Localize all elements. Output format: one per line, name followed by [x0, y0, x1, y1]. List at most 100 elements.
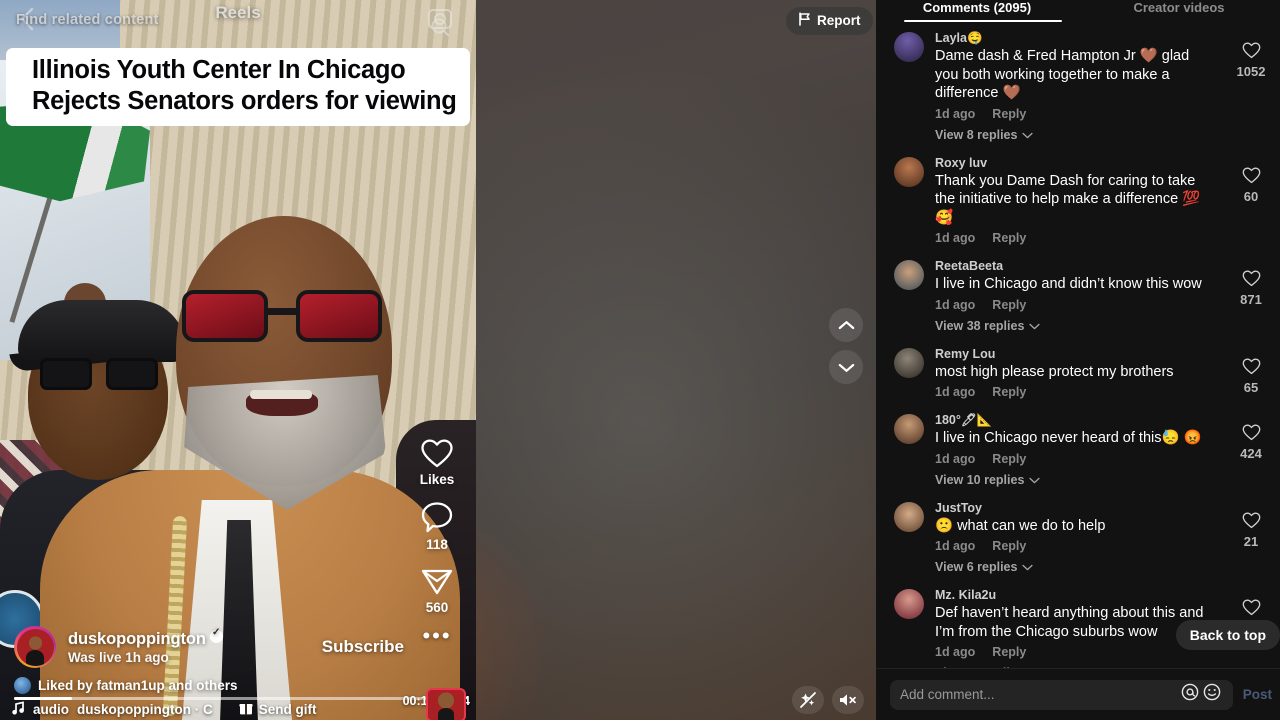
- comment-time: 1d ago: [935, 645, 976, 659]
- comment-time: 1d ago: [935, 539, 976, 553]
- comment-avatar[interactable]: [894, 260, 924, 290]
- reply-button[interactable]: Reply: [992, 539, 1026, 553]
- comment-composer: Add comment... Post: [876, 668, 1280, 720]
- reel-video[interactable]: Find related content Reels Illinois Yout…: [0, 0, 476, 720]
- heart-icon: [1242, 599, 1261, 619]
- chevron-down-icon: [1029, 473, 1041, 487]
- view-replies-label: View 11 replies: [935, 666, 1024, 668]
- comment-like-button[interactable]: 65: [1234, 346, 1268, 400]
- comment-item[interactable]: ReetaBeeta I live in Chicago and didn’t k…: [876, 258, 1280, 333]
- audio-author-label[interactable]: duskopoppington · C: [77, 702, 213, 717]
- emoji-icon[interactable]: [1201, 683, 1223, 706]
- reply-button[interactable]: Reply: [992, 107, 1026, 121]
- comment-body: JustToy 🙁 what can we do to help 1d ago Rep…: [935, 500, 1223, 575]
- comment-input-wrapper[interactable]: Add comment...: [890, 679, 1233, 710]
- reel-footer-bar: audio duskopoppington · C Send gift: [0, 688, 476, 720]
- comment-text: Def haven’t heard anything about this an…: [935, 605, 1204, 640]
- comment-author[interactable]: JustToy: [935, 500, 1215, 516]
- player-controls: [792, 686, 864, 714]
- video-stage[interactable]: Find related content Reels Illinois Yout…: [0, 0, 876, 720]
- tab-creator-videos[interactable]: Creator videos: [1078, 0, 1280, 22]
- comment-author[interactable]: Remy Lou: [935, 346, 1215, 362]
- chevron-down-icon: [1029, 319, 1041, 333]
- avatar[interactable]: [14, 626, 56, 668]
- reply-button[interactable]: Reply: [992, 452, 1026, 466]
- reply-button[interactable]: Reply: [992, 231, 1026, 245]
- view-replies-button[interactable]: View 8 replies: [935, 128, 1215, 142]
- speaker-mute-icon[interactable]: [832, 686, 864, 714]
- reels-viewer: Find related content Reels Illinois Yout…: [0, 0, 1280, 720]
- reel-top-bar: Find related content Reels: [0, 0, 476, 40]
- send-gift-button[interactable]: Send gift: [239, 701, 317, 718]
- live-thumbnail[interactable]: [426, 688, 466, 720]
- comment-like-button[interactable]: 60: [1234, 155, 1268, 246]
- comment-author[interactable]: ReetaBeeta: [935, 258, 1215, 274]
- audio-label[interactable]: audio: [33, 702, 69, 717]
- view-replies-button[interactable]: View 10 replies: [935, 473, 1215, 487]
- view-replies-button[interactable]: View 38 replies: [935, 319, 1215, 333]
- comment-like-count: 871: [1240, 292, 1262, 307]
- reply-button[interactable]: Reply: [992, 645, 1026, 659]
- comment-author[interactable]: 180°🖊📐: [935, 412, 1215, 428]
- comments-list[interactable]: Layla🤤 Dame dash & Fred Hampton Jr 🤎 glad…: [876, 22, 1280, 668]
- comment-item[interactable]: Roxy luv Thank you Dame Dash for caring t…: [876, 155, 1280, 246]
- comment-button[interactable]: 118: [404, 501, 470, 552]
- view-replies-button[interactable]: View 6 replies: [935, 560, 1215, 574]
- chevron-down-icon: [1022, 128, 1034, 142]
- comment-time: 1d ago: [935, 297, 976, 312]
- comment-author[interactable]: Layla🤤: [935, 30, 1215, 46]
- at-mention-icon[interactable]: [1179, 683, 1201, 706]
- report-button[interactable]: Report: [786, 7, 873, 35]
- comments-tabs: Comments (2095) Creator videos: [876, 0, 1280, 22]
- comment-avatar[interactable]: [894, 156, 924, 187]
- comment-text: I live in Chicago never heard of this😓 😡: [935, 430, 1202, 446]
- comment-body: ReetaBeeta I live in Chicago and didn’t k…: [935, 258, 1223, 333]
- flag-icon: [798, 12, 811, 29]
- comment-meta: 1d ago Reply: [935, 645, 1215, 659]
- comment-avatar[interactable]: [894, 32, 924, 62]
- send-gift-label: Send gift: [258, 701, 317, 717]
- report-label: Report: [817, 13, 861, 28]
- author-username-row[interactable]: duskopoppington: [68, 627, 223, 649]
- comment-input-placeholder[interactable]: Add comment...: [900, 687, 1179, 702]
- verified-icon: [209, 627, 223, 643]
- subscribe-button[interactable]: Subscribe: [322, 637, 404, 657]
- comment-avatar[interactable]: [894, 589, 924, 619]
- comment-item[interactable]: 180°🖊📐 I live in Chicago never heard of t…: [876, 412, 1280, 487]
- reply-button[interactable]: Reply: [992, 298, 1026, 312]
- view-replies-button[interactable]: View 11 replies: [935, 666, 1215, 668]
- comment-avatar[interactable]: [894, 414, 924, 444]
- comment-item[interactable]: Layla🤤 Dame dash & Fred Hampton Jr 🤎 glad…: [876, 30, 1280, 142]
- comment-like-button[interactable]: 1052: [1234, 30, 1268, 142]
- tab-comments[interactable]: Comments (2095): [876, 0, 1078, 22]
- share-button[interactable]: 560: [404, 566, 470, 615]
- chevron-down-icon[interactable]: [829, 350, 863, 384]
- liked-by-row: Liked by fatman1up and others: [14, 677, 462, 694]
- sparkle-off-icon[interactable]: [792, 686, 824, 714]
- comment-like-count: 1052: [1236, 64, 1266, 79]
- comment-item[interactable]: Remy Lou most high please protect my brot…: [876, 346, 1280, 400]
- comment-like-button[interactable]: 21: [1234, 500, 1268, 575]
- share-count-label: 560: [425, 600, 449, 615]
- reply-button[interactable]: Reply: [992, 385, 1026, 399]
- comment-like-button[interactable]: 424: [1234, 412, 1268, 487]
- chevron-up-icon[interactable]: [829, 308, 863, 342]
- action-rail: Likes 118 560 •••: [404, 438, 470, 657]
- comment-time: 1d ago: [935, 451, 976, 466]
- comment-like-count: 21: [1243, 533, 1259, 549]
- comment-avatar[interactable]: [894, 347, 924, 378]
- heart-icon: [1242, 512, 1261, 532]
- comment-avatar[interactable]: [894, 501, 924, 532]
- comment-meta: 1d ago Reply: [935, 107, 1215, 121]
- heart-icon: [1242, 42, 1261, 62]
- comment-item[interactable]: JustToy 🙁 what can we do to help 1d ago Rep…: [876, 500, 1280, 575]
- like-button[interactable]: Likes: [404, 438, 470, 487]
- comment-author[interactable]: Roxy luv: [935, 155, 1215, 171]
- search-account-icon[interactable]: [420, 2, 460, 42]
- live-status-label: Was live 1h ago: [68, 649, 169, 665]
- back-to-top-button[interactable]: Back to top: [1175, 620, 1280, 650]
- comment-like-button[interactable]: 871: [1234, 258, 1268, 333]
- post-comment-button[interactable]: Post: [1243, 687, 1274, 702]
- comment-text: I live in Chicago and didn’t know this w…: [935, 276, 1202, 292]
- comment-author[interactable]: Mz. Kila2u: [935, 587, 1215, 603]
